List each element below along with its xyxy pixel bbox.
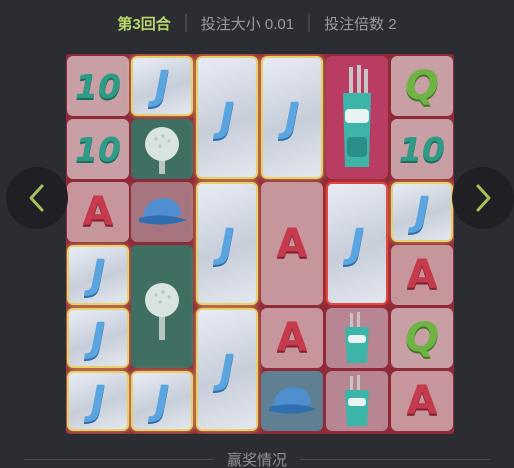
golf-bag-icon — [345, 375, 369, 426]
previous-round-button[interactable] — [6, 167, 68, 229]
symbol-glyph: J — [414, 189, 430, 235]
symbol-glyph: A — [82, 189, 114, 235]
symbol-tile-golf-ball — [131, 119, 193, 179]
reel-3: J J J — [195, 54, 259, 434]
symbol-glyph: J — [90, 378, 106, 424]
symbol-tile-golf-bag — [326, 371, 388, 431]
visor-cap-icon — [139, 198, 187, 225]
symbol-glyph: A — [276, 315, 308, 361]
symbol-tile-j: J — [67, 245, 129, 305]
reel-4: J A A — [260, 54, 324, 434]
divider — [300, 459, 490, 460]
symbol-glyph: Q — [404, 63, 439, 109]
symbol-glyph: J — [219, 220, 235, 267]
win-details-section: 赢奖情况 — [0, 448, 514, 468]
symbol-tile-j: J — [196, 182, 258, 305]
symbol-tile-a: A — [391, 245, 453, 305]
reel-5: J — [325, 54, 389, 434]
reel-1: 10 10 A J J J — [66, 54, 130, 434]
reel-grid: 10 10 A J J J J J J J J J A A J Q 10 J A… — [66, 54, 454, 434]
symbol-glyph: 10 — [75, 66, 121, 106]
symbol-tile-j: J — [131, 371, 193, 431]
symbol-glyph: J — [349, 220, 365, 267]
symbol-tile-10: 10 — [391, 119, 453, 179]
round-info-bar: 第3回合 投注大小 0.01 投注倍数 2 — [0, 0, 514, 46]
symbol-glyph: A — [406, 378, 438, 424]
symbol-tile-10: 10 — [67, 119, 129, 179]
symbol-tile-j: J — [131, 56, 193, 116]
symbol-tile-10: 10 — [67, 56, 129, 116]
symbol-glyph: 10 — [75, 129, 121, 169]
symbol-glyph: J — [90, 315, 106, 361]
round-label[interactable]: 第3回合 — [103, 13, 184, 34]
golf-ball-icon — [145, 127, 179, 174]
golf-ball-icon — [145, 282, 179, 340]
symbol-tile-j: J — [67, 308, 129, 368]
chevron-left-icon — [29, 184, 44, 212]
symbol-tile-j: J — [67, 371, 129, 431]
reel-6: Q 10 J A Q A — [390, 54, 454, 434]
golf-bag-icon — [343, 64, 371, 167]
symbol-tile-golf-bag — [326, 308, 388, 368]
symbol-tile-j: J — [196, 56, 258, 179]
reel-2: J J — [130, 54, 194, 434]
bet-size-label: 投注大小 0.01 — [200, 15, 295, 33]
symbol-glyph: A — [276, 220, 308, 267]
symbol-tile-j: J — [196, 308, 258, 431]
symbol-glyph: Q — [404, 315, 439, 361]
symbol-tile-a: A — [261, 308, 323, 368]
symbol-glyph: 10 — [399, 129, 445, 169]
symbol-tile-q: Q — [391, 56, 453, 116]
symbol-tile-a: A — [391, 371, 453, 431]
symbol-glyph: J — [154, 63, 170, 109]
symbol-tile-a: A — [261, 182, 323, 305]
symbol-tile-cap — [261, 371, 323, 431]
golf-bag-icon — [345, 312, 369, 363]
symbol-tile-j: J — [326, 182, 388, 305]
chevron-right-icon — [476, 184, 491, 212]
next-round-button[interactable] — [452, 167, 514, 229]
symbol-tile-q: Q — [391, 308, 453, 368]
symbol-tile-j: J — [261, 56, 323, 179]
symbol-glyph: J — [90, 252, 106, 298]
symbol-tile-cap — [131, 182, 193, 242]
symbol-glyph: J — [219, 94, 235, 141]
visor-cap-icon — [269, 387, 317, 414]
symbol-tile-a: A — [67, 182, 129, 242]
symbol-glyph: J — [154, 378, 170, 424]
symbol-tile-golf-bag — [326, 56, 388, 179]
symbol-glyph: A — [406, 252, 438, 298]
divider — [24, 459, 214, 460]
symbol-tile-golf-ball — [131, 245, 193, 368]
symbol-glyph: J — [284, 94, 300, 141]
bet-multiplier-label: 投注倍数 2 — [324, 15, 397, 33]
win-details-label: 赢奖情况 — [216, 448, 297, 468]
symbol-glyph: J — [219, 346, 235, 393]
symbol-tile-j: J — [391, 182, 453, 242]
